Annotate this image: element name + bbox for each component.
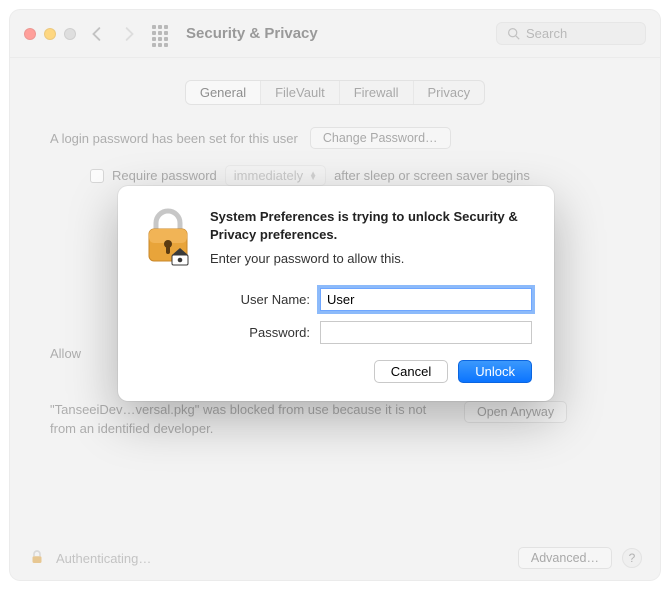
blocked-app-message: "TanseeiDev…versal.pkg" was blocked from… — [50, 401, 450, 439]
titlebar: Security & Privacy Search — [10, 10, 660, 58]
grid-icon — [152, 25, 170, 43]
login-password-row: A login password has been set for this u… — [50, 127, 620, 149]
password-label: Password: — [140, 325, 310, 340]
close-window-icon[interactable] — [24, 28, 36, 40]
open-anyway-button[interactable]: Open Anyway — [464, 401, 567, 423]
select-value: immediately — [234, 168, 303, 183]
show-all-button[interactable] — [150, 23, 172, 45]
require-password-row: Require password immediately ▲▼ after sl… — [90, 165, 620, 186]
tab-general[interactable]: General — [186, 81, 261, 104]
auth-dialog-title: System Preferences is trying to unlock S… — [210, 208, 532, 243]
auth-form: User Name: Password: — [140, 288, 532, 344]
auth-dialog: System Preferences is trying to unlock S… — [118, 186, 554, 401]
login-password-text: A login password has been set for this u… — [50, 131, 298, 146]
zoom-window-icon — [64, 28, 76, 40]
username-field[interactable] — [320, 288, 532, 311]
require-password-delay-select[interactable]: immediately ▲▼ — [225, 165, 326, 186]
minimize-window-icon[interactable] — [44, 28, 56, 40]
chevron-updown-icon: ▲▼ — [309, 172, 317, 180]
tab-filevault[interactable]: FileVault — [261, 81, 340, 104]
back-button[interactable] — [86, 23, 108, 45]
lock-icon[interactable] — [28, 548, 46, 569]
password-field[interactable] — [320, 321, 532, 344]
search-icon — [507, 27, 520, 40]
change-password-button[interactable]: Change Password… — [310, 127, 451, 149]
unlock-button[interactable]: Unlock — [458, 360, 532, 383]
forward-button — [118, 23, 140, 45]
search-placeholder: Search — [526, 26, 567, 41]
blocked-app-row: "TanseeiDev…versal.pkg" was blocked from… — [50, 401, 620, 439]
footer: Authenticating… Advanced… ? — [10, 536, 660, 580]
search-input[interactable]: Search — [496, 22, 646, 45]
advanced-button[interactable]: Advanced… — [518, 547, 612, 569]
auth-dialog-subtitle: Enter your password to allow this. — [210, 251, 532, 266]
tab-bar: General FileVault Firewall Privacy — [185, 80, 485, 105]
require-password-suffix: after sleep or screen saver begins — [334, 168, 530, 183]
tab-firewall[interactable]: Firewall — [340, 81, 414, 104]
require-password-checkbox[interactable] — [90, 169, 104, 183]
help-button[interactable]: ? — [622, 548, 642, 568]
window-title: Security & Privacy — [186, 25, 318, 42]
require-password-label: Require password — [112, 168, 217, 183]
lock-status-text: Authenticating… — [56, 551, 151, 566]
cancel-button[interactable]: Cancel — [374, 360, 448, 383]
traffic-lights — [24, 28, 76, 40]
tab-privacy[interactable]: Privacy — [414, 81, 485, 104]
username-label: User Name: — [140, 292, 310, 307]
lock-large-icon — [140, 208, 196, 266]
